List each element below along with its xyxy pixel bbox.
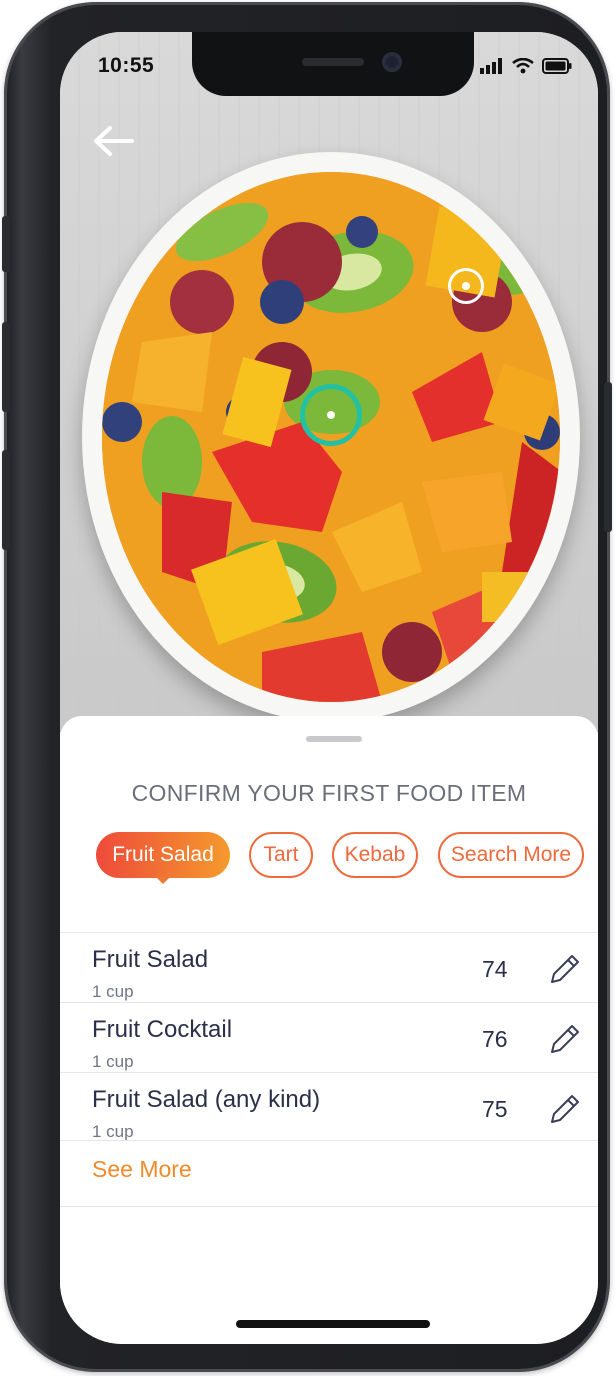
food-serving: 1 cup (92, 1052, 134, 1071)
side-button (2, 216, 10, 272)
pencil-icon[interactable] (546, 1090, 582, 1128)
chip-label: Tart (263, 843, 299, 866)
marker-center-dot (462, 282, 470, 290)
food-calories: 75 (482, 1096, 508, 1122)
chip-fruit-salad[interactable]: Fruit Salad (96, 832, 230, 884)
arrow-left-icon[interactable] (92, 124, 134, 158)
chip-label: Kebab (344, 843, 406, 866)
selected-food-marker[interactable] (300, 384, 362, 446)
food-calories: 76 (482, 1026, 508, 1052)
volume-down-button (2, 450, 10, 550)
speaker-grille (302, 58, 364, 66)
pencil-icon[interactable] (546, 1020, 582, 1058)
divider (60, 1206, 598, 1207)
chip-tart[interactable]: Tart (249, 832, 313, 878)
secondary-food-marker[interactable] (448, 268, 484, 304)
confirm-food-sheet: CONFIRM YOUR FIRST FOOD ITEM Fruit Salad… (60, 716, 598, 1344)
sheet-grabber[interactable] (306, 736, 362, 742)
food-list-item[interactable]: Fruit Salad 1 cup 74 (60, 938, 598, 1008)
food-calories: 74 (482, 956, 508, 982)
pencil-icon[interactable] (546, 950, 582, 988)
divider (60, 1140, 598, 1141)
marker-center-dot (327, 411, 335, 419)
chip-label: Search More (450, 843, 572, 866)
battery-icon (542, 58, 572, 74)
divider (60, 1072, 598, 1073)
food-serving: 1 cup (92, 1122, 134, 1141)
see-more-link[interactable]: See More (92, 1156, 192, 1183)
phone-screen: 10:55 CONFIRM YOUR FIRST FOOD ITEM Fruit… (60, 32, 598, 1344)
chip-search-more[interactable]: Search More (438, 832, 584, 878)
food-name: Fruit Cocktail (92, 1016, 233, 1043)
food-list-item[interactable]: Fruit Cocktail 1 cup 76 (60, 1008, 598, 1078)
power-button (604, 382, 612, 532)
chip-kebab[interactable]: Kebab (332, 832, 418, 878)
volume-up-button (2, 322, 10, 412)
notch (192, 32, 474, 96)
food-list-item[interactable]: Fruit Salad (any kind) 1 cup 75 (60, 1078, 598, 1148)
food-photo (60, 32, 598, 732)
phone-frame: 10:55 CONFIRM YOUR FIRST FOOD ITEM Fruit… (2, 2, 612, 1372)
food-name: Fruit Salad (92, 946, 209, 973)
sheet-title: CONFIRM YOUR FIRST FOOD ITEM (131, 780, 527, 806)
front-camera (382, 52, 402, 72)
home-indicator[interactable] (236, 1320, 430, 1328)
chip-label: Fruit Salad (112, 843, 214, 866)
food-name: Fruit Salad (any kind) (92, 1086, 321, 1113)
divider (60, 932, 598, 933)
cellular-signal-icon (480, 58, 502, 74)
food-serving: 1 cup (92, 982, 134, 1001)
status-icons (480, 58, 572, 74)
wifi-icon (512, 58, 534, 74)
status-time: 10:55 (98, 54, 155, 77)
chip-pointer (156, 877, 170, 884)
divider (60, 1002, 598, 1003)
